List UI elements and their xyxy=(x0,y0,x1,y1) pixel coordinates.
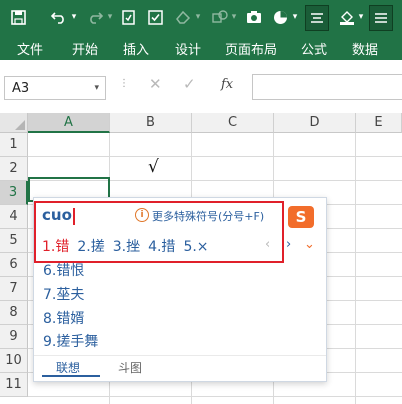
candidate-4[interactable]: 4.措 xyxy=(148,239,175,255)
customize-menu-icon[interactable] xyxy=(369,5,393,31)
row-header-8[interactable]: 8 xyxy=(0,301,28,325)
checkbox-icon[interactable] xyxy=(144,5,166,29)
formula-input[interactable] xyxy=(252,74,402,100)
row-header-1[interactable]: 1 xyxy=(0,133,28,157)
row-header-11[interactable]: 11 xyxy=(0,373,28,397)
eraser-dropdown-icon[interactable]: ▾ xyxy=(193,5,203,29)
row-header-10[interactable]: 10 xyxy=(0,349,28,373)
info-icon[interactable]: i xyxy=(135,208,149,222)
column-header-a[interactable]: A xyxy=(28,113,110,133)
next-page-icon[interactable]: › xyxy=(286,237,291,252)
undo-icon[interactable] xyxy=(48,5,70,29)
save-icon[interactable] xyxy=(7,5,29,29)
name-box[interactable]: A3 ▾ xyxy=(4,76,106,100)
tab-file[interactable]: 文件 xyxy=(17,39,43,58)
active-tab-indicator xyxy=(42,375,100,377)
tab-association[interactable]: 联想 xyxy=(56,359,80,376)
ime-footer-tabs: 联想 斗图 xyxy=(34,355,326,380)
row-header-9[interactable]: 9 xyxy=(0,325,28,349)
candidate-3[interactable]: 3.挫 xyxy=(113,239,140,255)
fill-color-icon[interactable] xyxy=(336,5,358,29)
tab-formulas[interactable]: 公式 xyxy=(301,39,327,58)
prev-page-icon[interactable]: ‹ xyxy=(265,237,270,252)
eraser-icon[interactable] xyxy=(172,5,194,29)
candidate-8[interactable]: 8.错婿 xyxy=(43,308,84,328)
candidate-6[interactable]: 6.错恨 xyxy=(43,260,84,280)
cell-b2[interactable]: √ xyxy=(148,157,159,177)
pie-chart-icon[interactable] xyxy=(269,5,291,29)
row-header-4[interactable]: 4 xyxy=(0,205,28,229)
expand-candidates-icon[interactable]: ⌄ xyxy=(304,237,315,252)
pie-dropdown-icon[interactable]: ▾ xyxy=(290,5,300,29)
tab-data[interactable]: 数据 xyxy=(352,39,378,58)
column-header-e[interactable]: E xyxy=(356,113,402,133)
sogou-logo-icon[interactable]: S xyxy=(288,206,314,228)
format-painter-icon[interactable] xyxy=(117,5,139,29)
insert-function-button[interactable]: fx xyxy=(221,77,233,92)
special-symbols-hint[interactable]: 更多特殊符号(分号+F) xyxy=(152,208,264,224)
tab-meme[interactable]: 斗图 xyxy=(118,359,142,376)
row-header-5[interactable]: 5 xyxy=(0,229,28,253)
select-all-button[interactable] xyxy=(0,113,28,133)
row-header-6[interactable]: 6 xyxy=(0,253,28,277)
column-header-b[interactable]: B xyxy=(110,113,192,133)
tab-design[interactable]: 设计 xyxy=(175,39,201,58)
chevron-down-icon[interactable]: ▾ xyxy=(94,83,99,93)
shapes-dropdown-icon[interactable]: ▾ xyxy=(229,5,239,29)
name-box-value: A3 xyxy=(12,81,30,96)
tab-insert[interactable]: 插入 xyxy=(123,39,149,58)
row-header-3[interactable]: 3 xyxy=(0,181,28,205)
row-header-2[interactable]: 2 xyxy=(0,157,28,181)
enter-icon[interactable]: ✓ xyxy=(183,75,196,93)
row-header-7[interactable]: 7 xyxy=(0,277,28,301)
align-icon[interactable] xyxy=(305,5,329,31)
shapes-icon[interactable] xyxy=(209,5,231,29)
column-header-c[interactable]: C xyxy=(192,113,274,133)
column-header-d[interactable]: D xyxy=(274,113,356,133)
tab-page-layout[interactable]: 页面布局 xyxy=(225,39,277,58)
tab-home[interactable]: 开始 xyxy=(72,39,98,58)
grip-icon[interactable]: ⋮ xyxy=(119,78,129,89)
undo-dropdown-icon[interactable]: ▾ xyxy=(69,5,79,29)
formula-bar: A3 ▾ ⋮ ✕ ✓ fx xyxy=(0,60,402,114)
camera-icon[interactable] xyxy=(243,5,265,29)
fill-dropdown-icon[interactable]: ▾ xyxy=(356,5,366,29)
text-caret xyxy=(73,208,75,225)
candidate-1[interactable]: 1.错 xyxy=(42,239,69,255)
cancel-icon[interactable]: ✕ xyxy=(149,75,162,93)
redo-icon[interactable] xyxy=(84,5,106,29)
quick-access-toolbar: ▾ ▾ ▾ ▾ ▾ ▾ xyxy=(0,0,402,34)
candidate-2[interactable]: 2.搓 xyxy=(77,239,104,255)
pinyin-composition: cuo xyxy=(42,206,72,224)
candidate-5[interactable]: 5.× xyxy=(183,239,208,255)
ribbon-tab-bar: 文件 开始 插入 设计 页面布局 公式 数据 xyxy=(0,34,402,60)
candidate-7[interactable]: 7.莝夫 xyxy=(43,284,84,304)
candidate-row: 1.错 2.搓 3.挫 4.措 5.× xyxy=(42,236,217,256)
ime-candidate-window: cuo i 更多特殊符号(分号+F) S 1.错 2.搓 3.挫 4.措 5.× ‹ ›… xyxy=(33,197,327,382)
redo-dropdown-icon[interactable]: ▾ xyxy=(105,5,115,29)
candidate-9[interactable]: 9.搓手舞 xyxy=(43,331,98,351)
